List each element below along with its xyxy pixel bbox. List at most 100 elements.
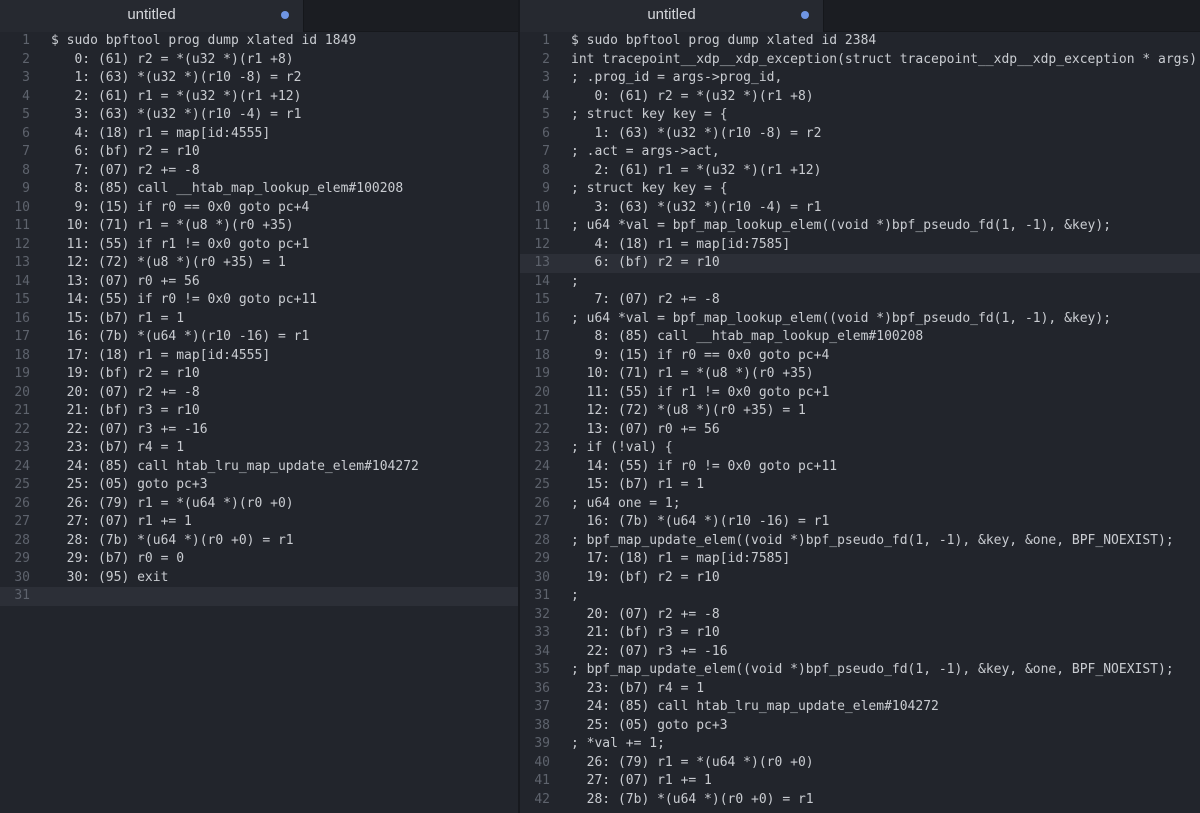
- code-line[interactable]: 4 0: (61) r2 = *(u32 *)(r1 +8): [520, 88, 1200, 107]
- code-line[interactable]: 22 13: (07) r0 += 56: [520, 421, 1200, 440]
- tab-untitled[interactable]: untitled: [520, 0, 824, 32]
- code-line[interactable]: 28 28: (7b) *(u64 *)(r0 +0) = r1: [0, 532, 518, 551]
- line-number: 30: [14, 569, 30, 585]
- code-text: 27: (07) r1 += 1: [571, 773, 712, 788]
- code-line[interactable]: 13 6: (bf) r2 = r10: [520, 254, 1200, 273]
- code-text: 13: (07) r0 += 56: [51, 273, 200, 289]
- code-line[interactable]: 23 ; if (!val) {: [520, 439, 1200, 458]
- line-number: 29: [534, 551, 550, 566]
- code-line[interactable]: 1 $ sudo bpftool prog dump xlated id 1849: [0, 32, 518, 51]
- code-text: 9: (15) if r0 == 0x0 goto pc+4: [51, 199, 310, 215]
- line-number: 20: [534, 384, 550, 400]
- code-line[interactable]: 29 29: (b7) r0 = 0: [0, 550, 518, 569]
- code-line[interactable]: 30 30: (95) exit: [0, 569, 518, 588]
- code-line[interactable]: 5 3: (63) *(u32 *)(r10 -4) = r1: [0, 106, 518, 125]
- unsaved-indicator-icon[interactable]: [801, 11, 809, 19]
- code-line[interactable]: 26 ; u64 one = 1;: [520, 495, 1200, 514]
- code-line[interactable]: 30 19: (bf) r2 = r10: [520, 569, 1200, 588]
- code-line[interactable]: 36 23: (b7) r4 = 1: [520, 680, 1200, 699]
- code-line[interactable]: 23 23: (b7) r4 = 1: [0, 439, 518, 458]
- code-text: 30: (95) exit: [51, 569, 169, 585]
- code-editor[interactable]: 1 $ sudo bpftool prog dump xlated id 1849…: [0, 32, 518, 813]
- tab-untitled[interactable]: untitled: [0, 0, 304, 32]
- code-line[interactable]: 19 19: (bf) r2 = r10: [0, 365, 518, 384]
- line-number: 23: [534, 440, 550, 455]
- code-line[interactable]: 14;: [520, 273, 1200, 292]
- code-line[interactable]: 6 4: (18) r1 = map[id:4555]: [0, 125, 518, 144]
- code-line[interactable]: 2 int tracepoint__xdp__xdp_exception(stru…: [520, 51, 1200, 70]
- code-line[interactable]: 39 ; *val += 1;: [520, 735, 1200, 754]
- code-line[interactable]: 38 25: (05) goto pc+3: [520, 717, 1200, 736]
- code-line[interactable]: 18 17: (18) r1 = map[id:4555]: [0, 347, 518, 366]
- code-line[interactable]: 25 15: (b7) r1 = 1: [520, 476, 1200, 495]
- code-line[interactable]: 9 ; struct key key = {: [520, 180, 1200, 199]
- code-line[interactable]: 16 15: (b7) r1 = 1: [0, 310, 518, 329]
- code-text: 19: (bf) r2 = r10: [51, 366, 200, 381]
- code-text: 20: (07) r2 += -8: [571, 606, 720, 622]
- code-line[interactable]: 42 28: (7b) *(u64 *)(r0 +0) = r1: [520, 791, 1200, 810]
- code-line[interactable]: 8 2: (61) r1 = *(u32 *)(r1 +12): [520, 162, 1200, 181]
- code-text: 4: (18) r1 = map[id:7585]: [571, 236, 791, 252]
- code-line[interactable]: 12 11: (55) if r1 != 0x0 goto pc+1: [0, 236, 518, 255]
- code-text: 24: (85) call htab_lru_map_update_elem#1…: [571, 699, 939, 714]
- code-text: 10: (71) r1 = *(u8 *)(r0 +35): [51, 218, 294, 233]
- code-line[interactable]: 31: [0, 587, 518, 606]
- line-number: 1: [542, 33, 550, 48]
- code-line[interactable]: 32 20: (07) r2 += -8: [520, 606, 1200, 625]
- code-text: 2: (61) r1 = *(u32 *)(r1 +12): [51, 88, 302, 104]
- code-line[interactable]: 7 ; .act = args->act,: [520, 143, 1200, 162]
- code-line[interactable]: 27 27: (07) r1 += 1: [0, 513, 518, 532]
- code-text: 21: (bf) r3 = r10: [571, 625, 720, 640]
- code-line[interactable]: 15 14: (55) if r0 != 0x0 goto pc+11: [0, 291, 518, 310]
- code-line[interactable]: 13 12: (72) *(u8 *)(r0 +35) = 1: [0, 254, 518, 273]
- unsaved-indicator-icon[interactable]: [281, 11, 289, 19]
- code-line[interactable]: 12 4: (18) r1 = map[id:7585]: [520, 236, 1200, 255]
- code-line[interactable]: 5 ; struct key key = {: [520, 106, 1200, 125]
- code-line[interactable]: 28 ; bpf_map_update_elem((void *)bpf_pseu…: [520, 532, 1200, 551]
- code-line[interactable]: 16 ; u64 *val = bpf_map_lookup_elem((void…: [520, 310, 1200, 329]
- code-line[interactable]: 20 20: (07) r2 += -8: [0, 384, 518, 403]
- line-number: 26: [14, 495, 30, 511]
- code-line[interactable]: 1 $ sudo bpftool prog dump xlated id 2384: [520, 32, 1200, 51]
- code-line[interactable]: 31;: [520, 587, 1200, 606]
- code-line[interactable]: 22 22: (07) r3 += -16: [0, 421, 518, 440]
- code-line[interactable]: 2 0: (61) r2 = *(u32 *)(r1 +8): [0, 51, 518, 70]
- code-line[interactable]: 25 25: (05) goto pc+3: [0, 476, 518, 495]
- code-line[interactable]: 3 ; .prog_id = args->prog_id,: [520, 69, 1200, 88]
- code-line[interactable]: 11 10: (71) r1 = *(u8 *)(r0 +35): [0, 217, 518, 236]
- code-line[interactable]: 26 26: (79) r1 = *(u64 *)(r0 +0): [0, 495, 518, 514]
- line-number: 33: [534, 625, 550, 640]
- code-line[interactable]: 17 8: (85) call __htab_map_lookup_elem#1…: [520, 328, 1200, 347]
- code-line[interactable]: 10 9: (15) if r0 == 0x0 goto pc+4: [0, 199, 518, 218]
- code-line[interactable]: 8 7: (07) r2 += -8: [0, 162, 518, 181]
- code-line[interactable]: 40 26: (79) r1 = *(u64 *)(r0 +0): [520, 754, 1200, 773]
- code-line[interactable]: 7 6: (bf) r2 = r10: [0, 143, 518, 162]
- code-line[interactable]: 4 2: (61) r1 = *(u32 *)(r1 +12): [0, 88, 518, 107]
- code-line[interactable]: 37 24: (85) call htab_lru_map_update_ele…: [520, 698, 1200, 717]
- code-line[interactable]: 6 1: (63) *(u32 *)(r10 -8) = r2: [520, 125, 1200, 144]
- code-line[interactable]: 3 1: (63) *(u32 *)(r10 -8) = r2: [0, 69, 518, 88]
- code-line[interactable]: 34 22: (07) r3 += -16: [520, 643, 1200, 662]
- code-line[interactable]: 21 21: (bf) r3 = r10: [0, 402, 518, 421]
- code-line[interactable]: 11 ; u64 *val = bpf_map_lookup_elem((void…: [520, 217, 1200, 236]
- code-line[interactable]: 24 24: (85) call htab_lru_map_update_ele…: [0, 458, 518, 477]
- code-line[interactable]: 21 12: (72) *(u8 *)(r0 +35) = 1: [520, 402, 1200, 421]
- code-line[interactable]: 41 27: (07) r1 += 1: [520, 772, 1200, 791]
- code-line[interactable]: 18 9: (15) if r0 == 0x0 goto pc+4: [520, 347, 1200, 366]
- code-line[interactable]: 20 11: (55) if r1 != 0x0 goto pc+1: [520, 384, 1200, 403]
- code-line[interactable]: 35 ; bpf_map_update_elem((void *)bpf_pseu…: [520, 661, 1200, 680]
- code-line[interactable]: 24 14: (55) if r0 != 0x0 goto pc+11: [520, 458, 1200, 477]
- code-line[interactable]: 17 16: (7b) *(u64 *)(r10 -16) = r1: [0, 328, 518, 347]
- code-line[interactable]: 9 8: (85) call __htab_map_lookup_elem#10…: [0, 180, 518, 199]
- code-line[interactable]: 19 10: (71) r1 = *(u8 *)(r0 +35): [520, 365, 1200, 384]
- code-line[interactable]: 10 3: (63) *(u32 *)(r10 -4) = r1: [520, 199, 1200, 218]
- code-text: ; u64 one = 1;: [571, 495, 681, 511]
- code-editor[interactable]: 1 $ sudo bpftool prog dump xlated id 2384…: [520, 32, 1200, 813]
- code-line[interactable]: 27 16: (7b) *(u64 *)(r10 -16) = r1: [520, 513, 1200, 532]
- line-number: 19: [14, 366, 30, 381]
- code-line[interactable]: 15 7: (07) r2 += -8: [520, 291, 1200, 310]
- code-line[interactable]: 33 21: (bf) r3 = r10: [520, 624, 1200, 643]
- line-number: 26: [534, 495, 550, 511]
- code-line[interactable]: 29 17: (18) r1 = map[id:7585]: [520, 550, 1200, 569]
- code-line[interactable]: 14 13: (07) r0 += 56: [0, 273, 518, 292]
